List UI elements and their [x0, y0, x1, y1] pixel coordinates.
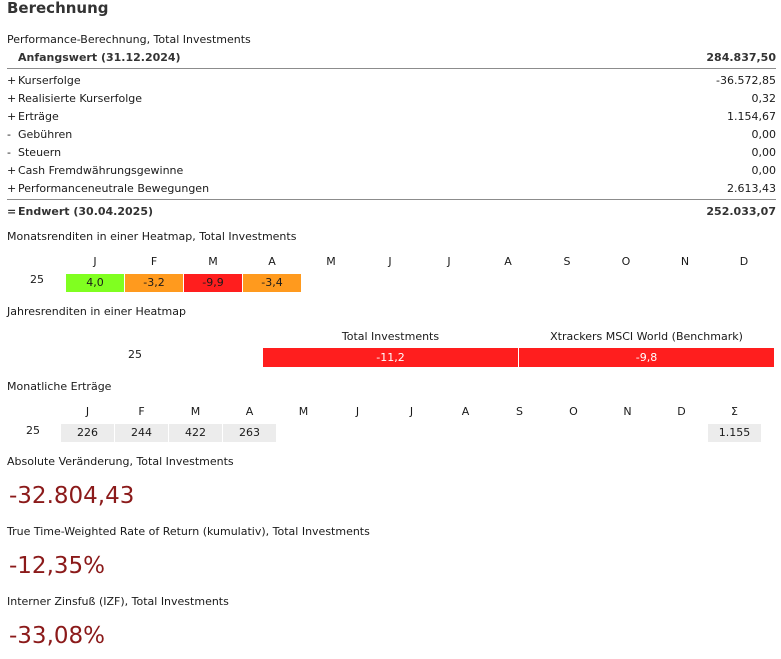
income-month-header: J — [409, 405, 414, 418]
month-header: A — [268, 255, 276, 268]
row-value: 0,00 — [751, 146, 777, 159]
month-header: A — [504, 255, 512, 268]
start-value-label: Anfangswert (31.12.2024) — [18, 51, 181, 64]
divider — [7, 199, 776, 200]
irr-value: -33,08% — [9, 623, 105, 649]
end-value-row: = Endwert (30.04.2025) 252.033,07 — [7, 203, 776, 220]
irr-label: Interner Zinsfuß (IZF), Total Investment… — [7, 595, 229, 608]
annual-heatmap-cell: -9,8 — [519, 348, 774, 367]
row-value: 2.613,43 — [727, 182, 776, 195]
income-month-header: M — [298, 405, 309, 418]
income-month-header: Σ — [731, 405, 738, 418]
table-row: - Gebühren 0,00 — [7, 126, 776, 143]
month-header: D — [739, 255, 749, 268]
month-header: M — [326, 255, 336, 268]
month-header: J — [388, 255, 392, 268]
row-value: -36.572,85 — [716, 74, 776, 87]
annual-column-header: Total Investments — [341, 330, 440, 343]
income-cell: 263 — [223, 424, 276, 442]
row-label: Erträge — [18, 110, 59, 123]
heatmap-cell: -3,4 — [243, 274, 301, 292]
start-value-row: Anfangswert (31.12.2024) 284.837,50 — [7, 49, 776, 66]
income-month-header: F — [138, 405, 145, 418]
annual-heatmap-cell: -11,2 — [263, 348, 518, 367]
end-value-label: Endwert (30.04.2025) — [18, 205, 153, 218]
table-row: + Kurserfolge -36.572,85 — [7, 72, 776, 89]
income-cell: 226 — [61, 424, 114, 442]
income-month-header: A — [245, 405, 254, 418]
row-label: Steuern — [18, 146, 62, 159]
income-cell: 422 — [169, 424, 222, 442]
performance-table: Anfangswert (31.12.2024) 284.837,50 + Ku… — [7, 49, 776, 219]
ttwror-value: -12,35% — [9, 553, 105, 579]
month-header: N — [680, 255, 690, 268]
row-value: 0,32 — [751, 92, 777, 105]
annual-heatmap-label: Jahresrenditen in einer Heatmap — [7, 305, 186, 318]
page-title: Berechnung — [7, 0, 109, 17]
month-header: J — [93, 255, 97, 268]
heatmap-cell: -3,2 — [125, 274, 183, 292]
table-row: + Cash Fremdwährungsgewinne 0,00 — [7, 162, 776, 179]
table-row: + Realisierte Kurserfolge 0,32 — [7, 90, 776, 107]
income-cell: 244 — [115, 424, 168, 442]
row-label: Performanceneutrale Bewegungen — [18, 182, 210, 195]
annual-column-header: Xtrackers MSCI World (Benchmark) — [550, 330, 743, 343]
row-value: 1.154,67 — [727, 110, 776, 123]
ttwror-label: True Time-Weighted Rate of Return (kumul… — [7, 525, 370, 538]
month-header: F — [150, 255, 158, 268]
income-month-header: J — [85, 405, 90, 418]
row-value: 0,00 — [751, 164, 777, 177]
income-month-header: A — [461, 405, 470, 418]
performance-section-label: Performance-Berechnung, Total Investment… — [7, 33, 251, 46]
heatmap-cell: -9,9 — [184, 274, 242, 292]
income-total-cell: 1.155 — [708, 424, 761, 442]
row-label: Realisierte Kurserfolge — [18, 92, 143, 105]
start-value: 284.837,50 — [706, 51, 776, 64]
income-month-header: S — [516, 405, 523, 418]
monthly-heatmap-label: Monatsrenditen in einer Heatmap, Total I… — [7, 230, 297, 243]
divider — [7, 68, 776, 69]
month-header: S — [563, 255, 571, 268]
absolute-change-value: -32.804,43 — [9, 483, 135, 509]
absolute-change-label: Absolute Veränderung, Total Investments — [7, 455, 234, 468]
row-label: Cash Fremdwährungsgewinne — [18, 164, 184, 177]
income-month-header: M — [190, 405, 201, 418]
income-month-header: N — [623, 405, 632, 418]
income-month-header: O — [569, 405, 578, 418]
monthly-income-label: Monatliche Erträge — [7, 380, 112, 393]
income-month-header: D — [677, 405, 686, 418]
month-header: M — [208, 255, 218, 268]
table-row: + Erträge 1.154,67 — [7, 108, 776, 125]
heatmap-year-label: 25 — [30, 273, 44, 286]
table-row: + Performanceneutrale Bewegungen 2.613,4… — [7, 180, 776, 197]
month-header: O — [621, 255, 631, 268]
income-year-label: 25 — [26, 424, 40, 437]
table-row: - Steuern 0,00 — [7, 144, 776, 161]
end-value: 252.033,07 — [706, 205, 776, 218]
row-value: 0,00 — [751, 128, 777, 141]
annual-year-label: 25 — [128, 348, 142, 361]
heatmap-cell: 4,0 — [66, 274, 124, 292]
month-header: J — [447, 255, 451, 268]
income-month-header: J — [355, 405, 360, 418]
row-label: Gebühren — [18, 128, 73, 141]
row-label: Kurserfolge — [18, 74, 81, 87]
